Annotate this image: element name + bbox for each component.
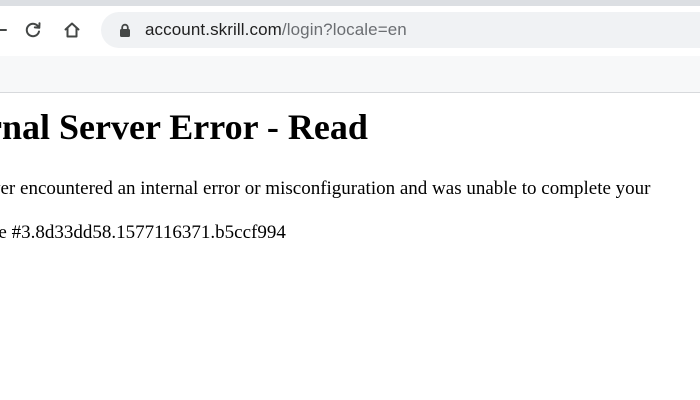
page-title: ernal Server Error - Read [0,107,368,147]
back-button[interactable] [0,18,12,42]
error-reference: ce #3.8d33dd58.1577116371.b5ccf994 [0,222,286,243]
bookmarks-bar [0,56,700,93]
error-message: ver encountered an internal error or mis… [0,178,651,199]
url-host: account.skrill.com [145,20,282,39]
address-bar[interactable]: account.skrill.com/login?locale=en [101,12,700,48]
arrow-left-icon [0,21,9,39]
url-path: /login?locale=en [281,20,407,39]
page-content: ernal Server Error - Read ver encountere… [0,93,700,400]
browser-toolbar: account.skrill.com/login?locale=en [0,6,700,56]
home-button[interactable] [60,18,84,42]
url-text[interactable]: account.skrill.com/login?locale=en [145,20,407,40]
reload-icon [23,20,43,40]
home-icon [62,20,82,40]
lock-icon[interactable] [119,23,131,37]
reload-button[interactable] [21,18,45,42]
